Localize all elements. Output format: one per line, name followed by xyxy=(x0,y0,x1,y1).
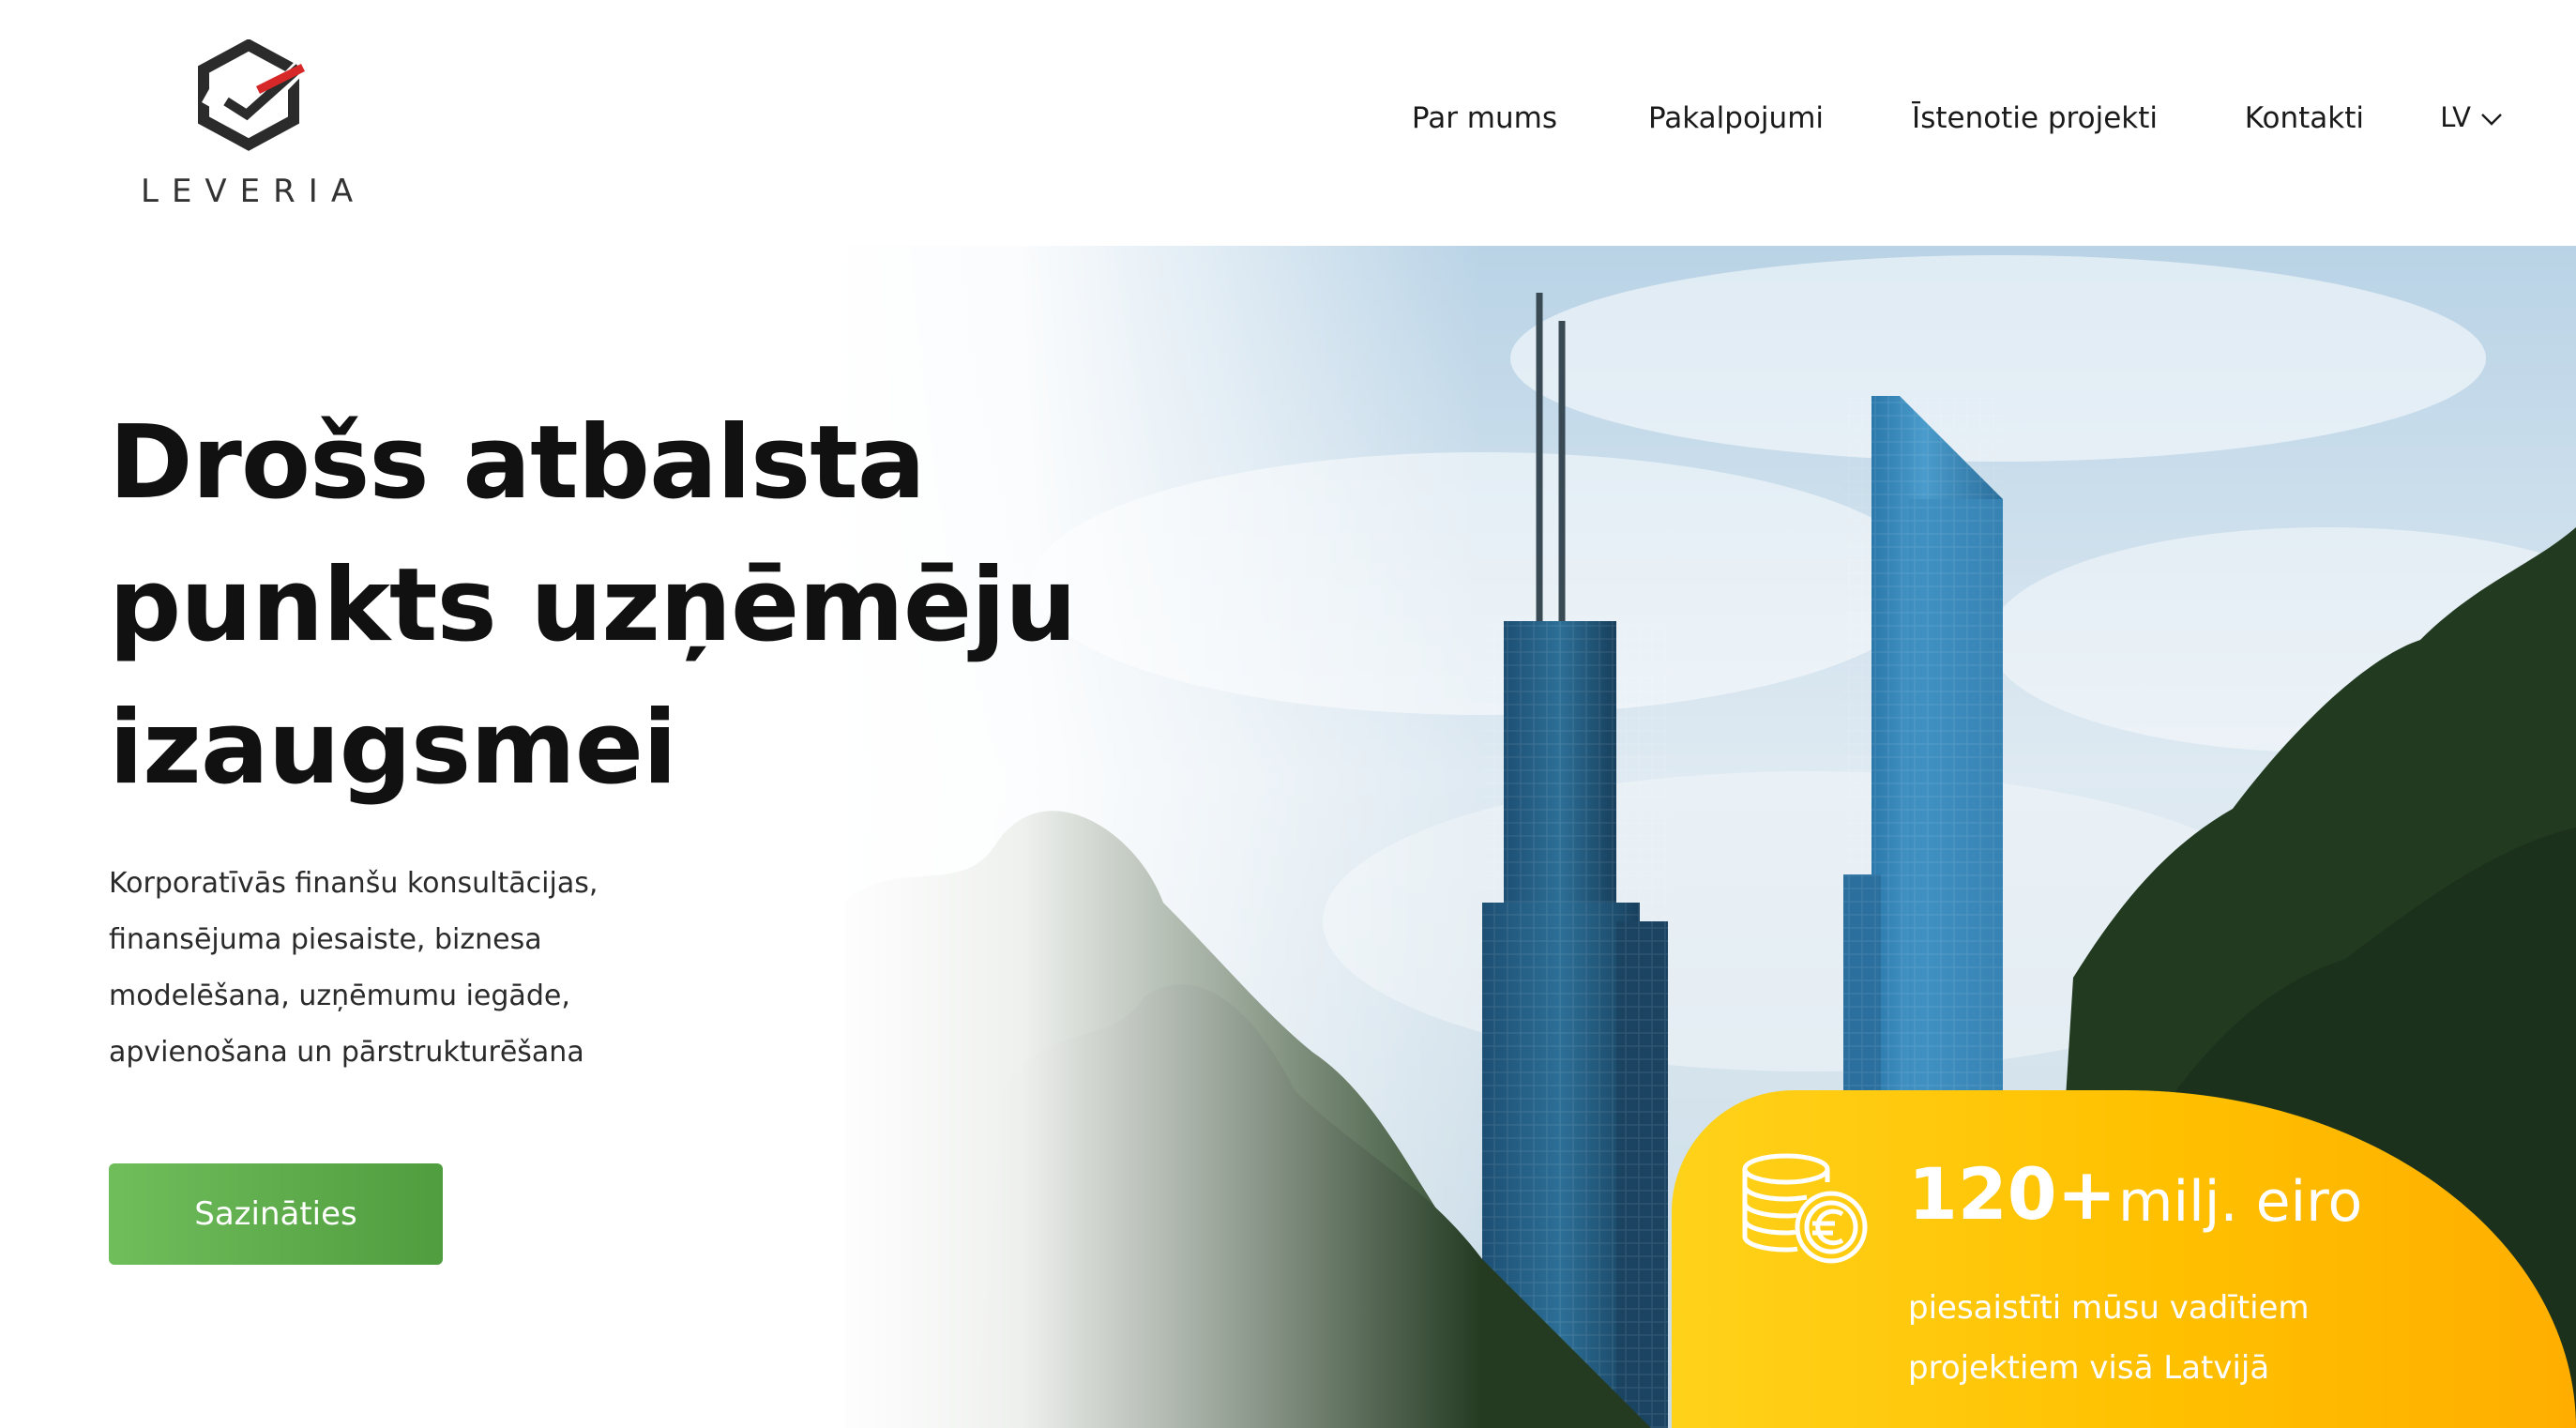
euro-coins-icon xyxy=(1742,1153,1868,1264)
stat-number: 120+ xyxy=(1908,1152,2117,1236)
contact-button[interactable]: Sazināties xyxy=(109,1163,443,1265)
brand-name: LEVERIA xyxy=(141,173,367,210)
language-selector[interactable]: LV xyxy=(2440,101,2503,133)
stat-description-line: piesaistīti mūsu vadītiem xyxy=(1908,1289,2310,1327)
language-label: LV xyxy=(2440,101,2471,133)
headline-line: Drošs atbalsta xyxy=(109,404,926,522)
nav-item-about[interactable]: Par mums xyxy=(1412,101,1557,135)
stat-unit: milj. eiro xyxy=(2118,1169,2363,1235)
hero-subtitle: Korporatīvās finanšu konsultācijas, fina… xyxy=(109,856,598,1081)
headline-line: punkts uzņēmēju xyxy=(109,547,1077,664)
nav-item-services[interactable]: Pakalpojumi xyxy=(1648,101,1824,135)
stat-description-line: projektiem visā Latvijā xyxy=(1908,1349,2270,1387)
subtitle-line: modelēšana, uzņēmumu iegāde, xyxy=(109,980,570,1012)
nav-item-contacts[interactable]: Kontakti xyxy=(2245,101,2364,135)
brand-logo[interactable]: LEVERIA xyxy=(141,39,367,210)
chevron-down-icon xyxy=(2481,114,2502,126)
stat-description: piesaistīti mūsu vadītiem projektiem vis… xyxy=(1908,1278,2310,1398)
nav-item-projects[interactable]: Īstenotie projekti xyxy=(1912,101,2158,135)
leveria-logo-icon xyxy=(198,39,305,151)
subtitle-line: apvienošana un pārstrukturēšana xyxy=(109,1036,584,1069)
subtitle-line: finansējuma piesaiste, biznesa xyxy=(109,923,542,956)
headline-line: izaugsmei xyxy=(109,690,677,807)
hero-headline: Drošs atbalsta punkts uzņēmēju izaugsmei xyxy=(109,392,1077,820)
site-header: LEVERIA Par mums Pakalpojumi Īstenotie p… xyxy=(0,0,2576,246)
subtitle-line: Korporatīvās finanšu konsultācijas, xyxy=(109,867,599,900)
